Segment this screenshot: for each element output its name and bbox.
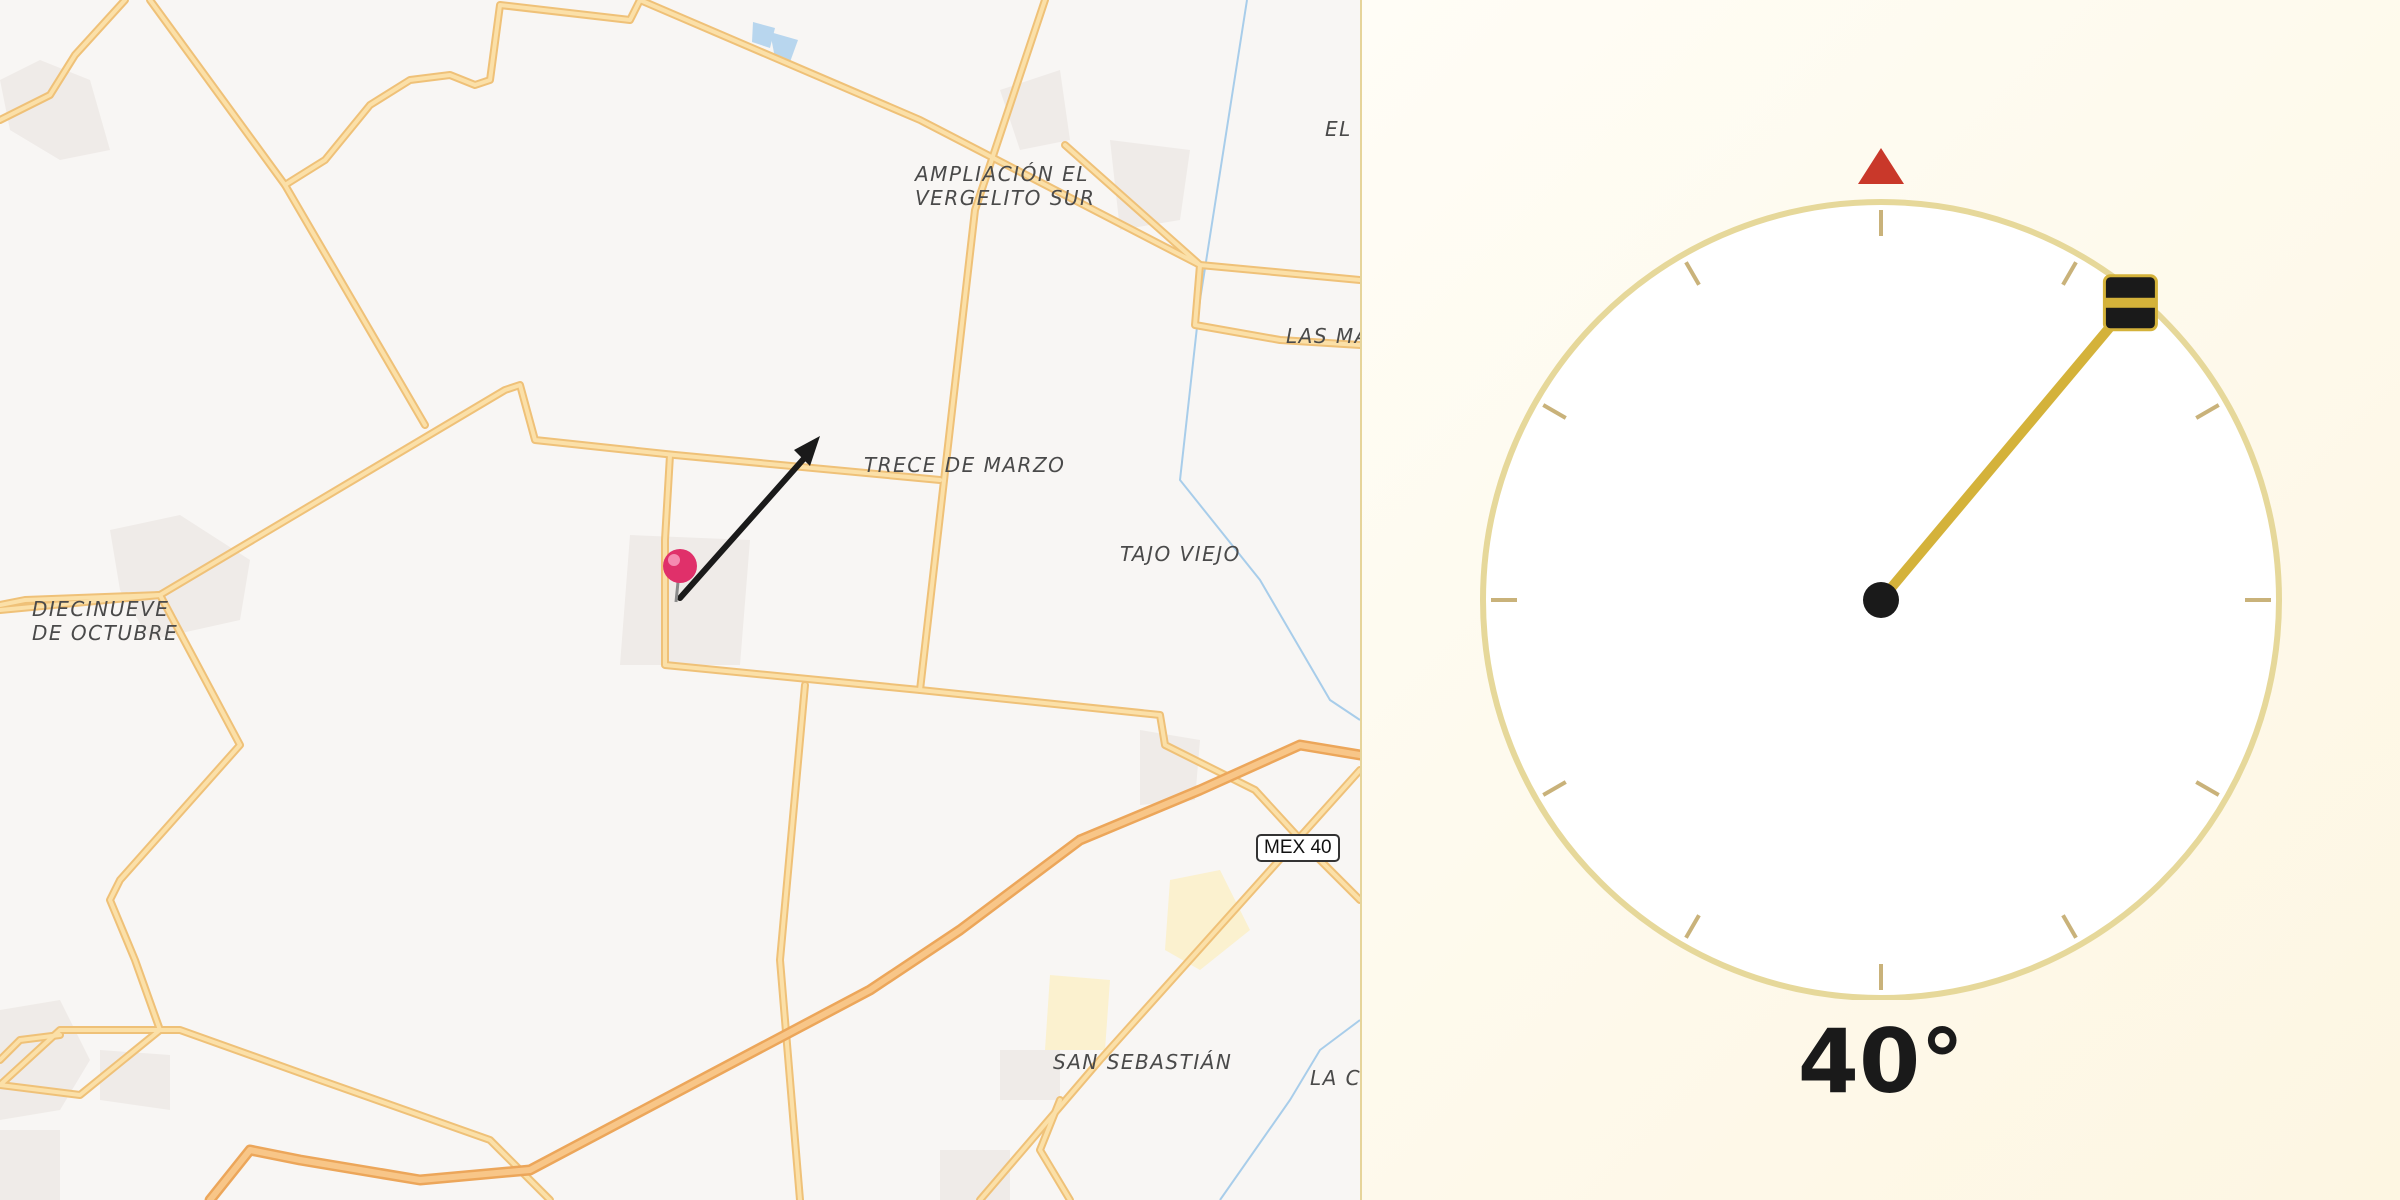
place-label-diecinueve-line2: DE OCTUBRE [32,621,179,645]
compass-hub [1863,582,1899,618]
needle-handle[interactable] [2102,274,2158,332]
place-label-el: EL [1325,117,1352,141]
fields [1045,870,1250,1050]
streams [1178,0,1360,1200]
place-label-san-sebastian: SAN SEBASTIÁN [1053,1050,1233,1074]
place-label-ampliacion: AMPLIACIÓN EL VERGELITO SUR [915,162,1095,210]
place-label-diecinueve-de-octubre: DIECINUEVE DE OCTUBRE [32,597,178,645]
place-label-trece-de-marzo: TRECE DE MARZO [864,453,1066,477]
highway-shield: MEX 40 [1256,834,1340,862]
place-label-las-ma: LAS MA [1286,324,1360,348]
app-root: AMPLIACIÓN EL VERGELITO SUR TRECE DE MAR… [0,0,2400,1200]
place-label-diecinueve-line1: DIECINUEVE [32,597,170,621]
place-label-ampliacion-line1: AMPLIACIÓN EL [915,162,1089,186]
north-triangle-icon [1858,148,1904,184]
compass-svg[interactable] [1362,0,2400,1001]
place-label-la-c: LA C [1310,1066,1360,1090]
heading-readout: 40° [1797,1010,1965,1113]
place-label-ampliacion-line2: VERGELITO SUR [915,186,1096,210]
map-canvas[interactable] [0,0,1360,1200]
compass-dial[interactable] [1362,0,2400,1001]
place-label-tajo-viejo: TAJO VIEJO [1120,542,1241,566]
map-view[interactable]: AMPLIACIÓN EL VERGELITO SUR TRECE DE MAR… [0,0,1360,1200]
